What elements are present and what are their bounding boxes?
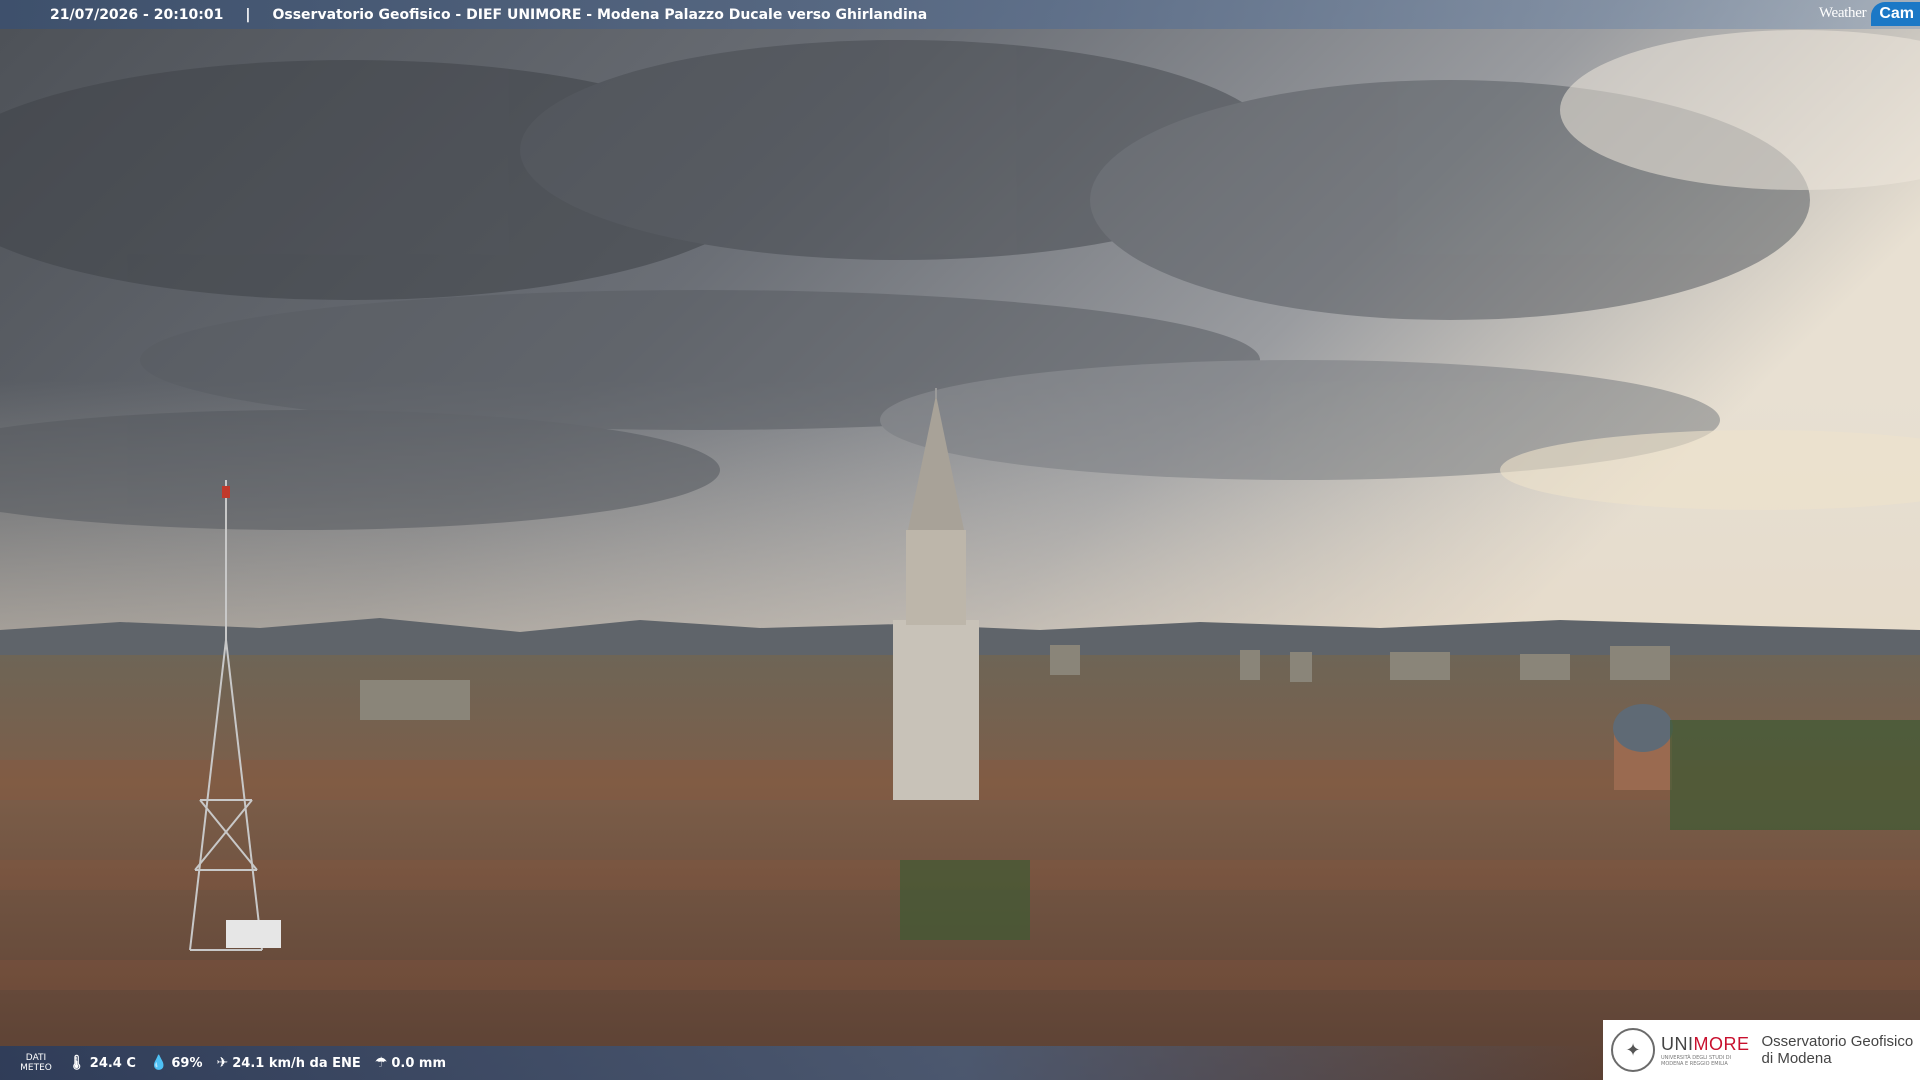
- caption-separator: |: [245, 6, 251, 23]
- observatory-name: Osservatorio Geofisico di Modena: [1761, 1033, 1914, 1067]
- rain-value: 0.0 mm: [391, 1055, 447, 1071]
- humidity-reading: 💧 69%: [150, 1055, 203, 1071]
- meteo-bar: DATI METEO 🌡 24.4 C 💧 69% ✈ 24.1 km/h da…: [0, 1046, 1603, 1080]
- temperature-reading: 🌡 24.4 C: [68, 1055, 136, 1071]
- dome: [1613, 704, 1673, 790]
- unimore-logo-panel: ✦ UNIMORE UNIVERSITÀ DEGLI STUDI DI MODE…: [1603, 1020, 1920, 1080]
- logo-weather-text: Weather: [1818, 5, 1867, 21]
- unimore-brand: UNIMORE UNIVERSITÀ DEGLI STUDI DI MODENA…: [1661, 1033, 1750, 1067]
- humidity-drop-icon: 💧: [149, 1055, 168, 1071]
- humidity-value: 69%: [171, 1055, 203, 1071]
- university-name-line2: MODENA E REGGIO EMILIA: [1661, 1060, 1728, 1067]
- timestamp: 21/07/2026 - 20:10:01: [50, 6, 224, 23]
- weathercam-logo: Weather Cam: [1814, 0, 1920, 27]
- rain-reading: ☂ 0.0 mm: [375, 1055, 446, 1071]
- wind-value: 24.1 km/h da ENE: [232, 1055, 361, 1071]
- meteo-label: DATI METEO: [20, 1053, 52, 1073]
- thermometer-icon: 🌡: [68, 1055, 86, 1071]
- caption-bar: 21/07/2026 - 20:10:01 | Osservatorio Geo…: [0, 0, 1920, 29]
- logo-cam-badge: Cam: [1871, 1, 1920, 26]
- wind-icon: ✈: [216, 1055, 229, 1071]
- university-seal-icon: ✦: [1611, 1028, 1655, 1072]
- wind-reading: ✈ 24.1 km/h da ENE: [217, 1055, 361, 1071]
- camera-title: Osservatorio Geofisico - DIEF UNIMORE - …: [272, 6, 928, 23]
- rain-gauge-icon: ☂: [374, 1055, 388, 1071]
- webcam-scene: [0, 0, 1920, 1080]
- temperature-value: 24.4 C: [89, 1055, 136, 1071]
